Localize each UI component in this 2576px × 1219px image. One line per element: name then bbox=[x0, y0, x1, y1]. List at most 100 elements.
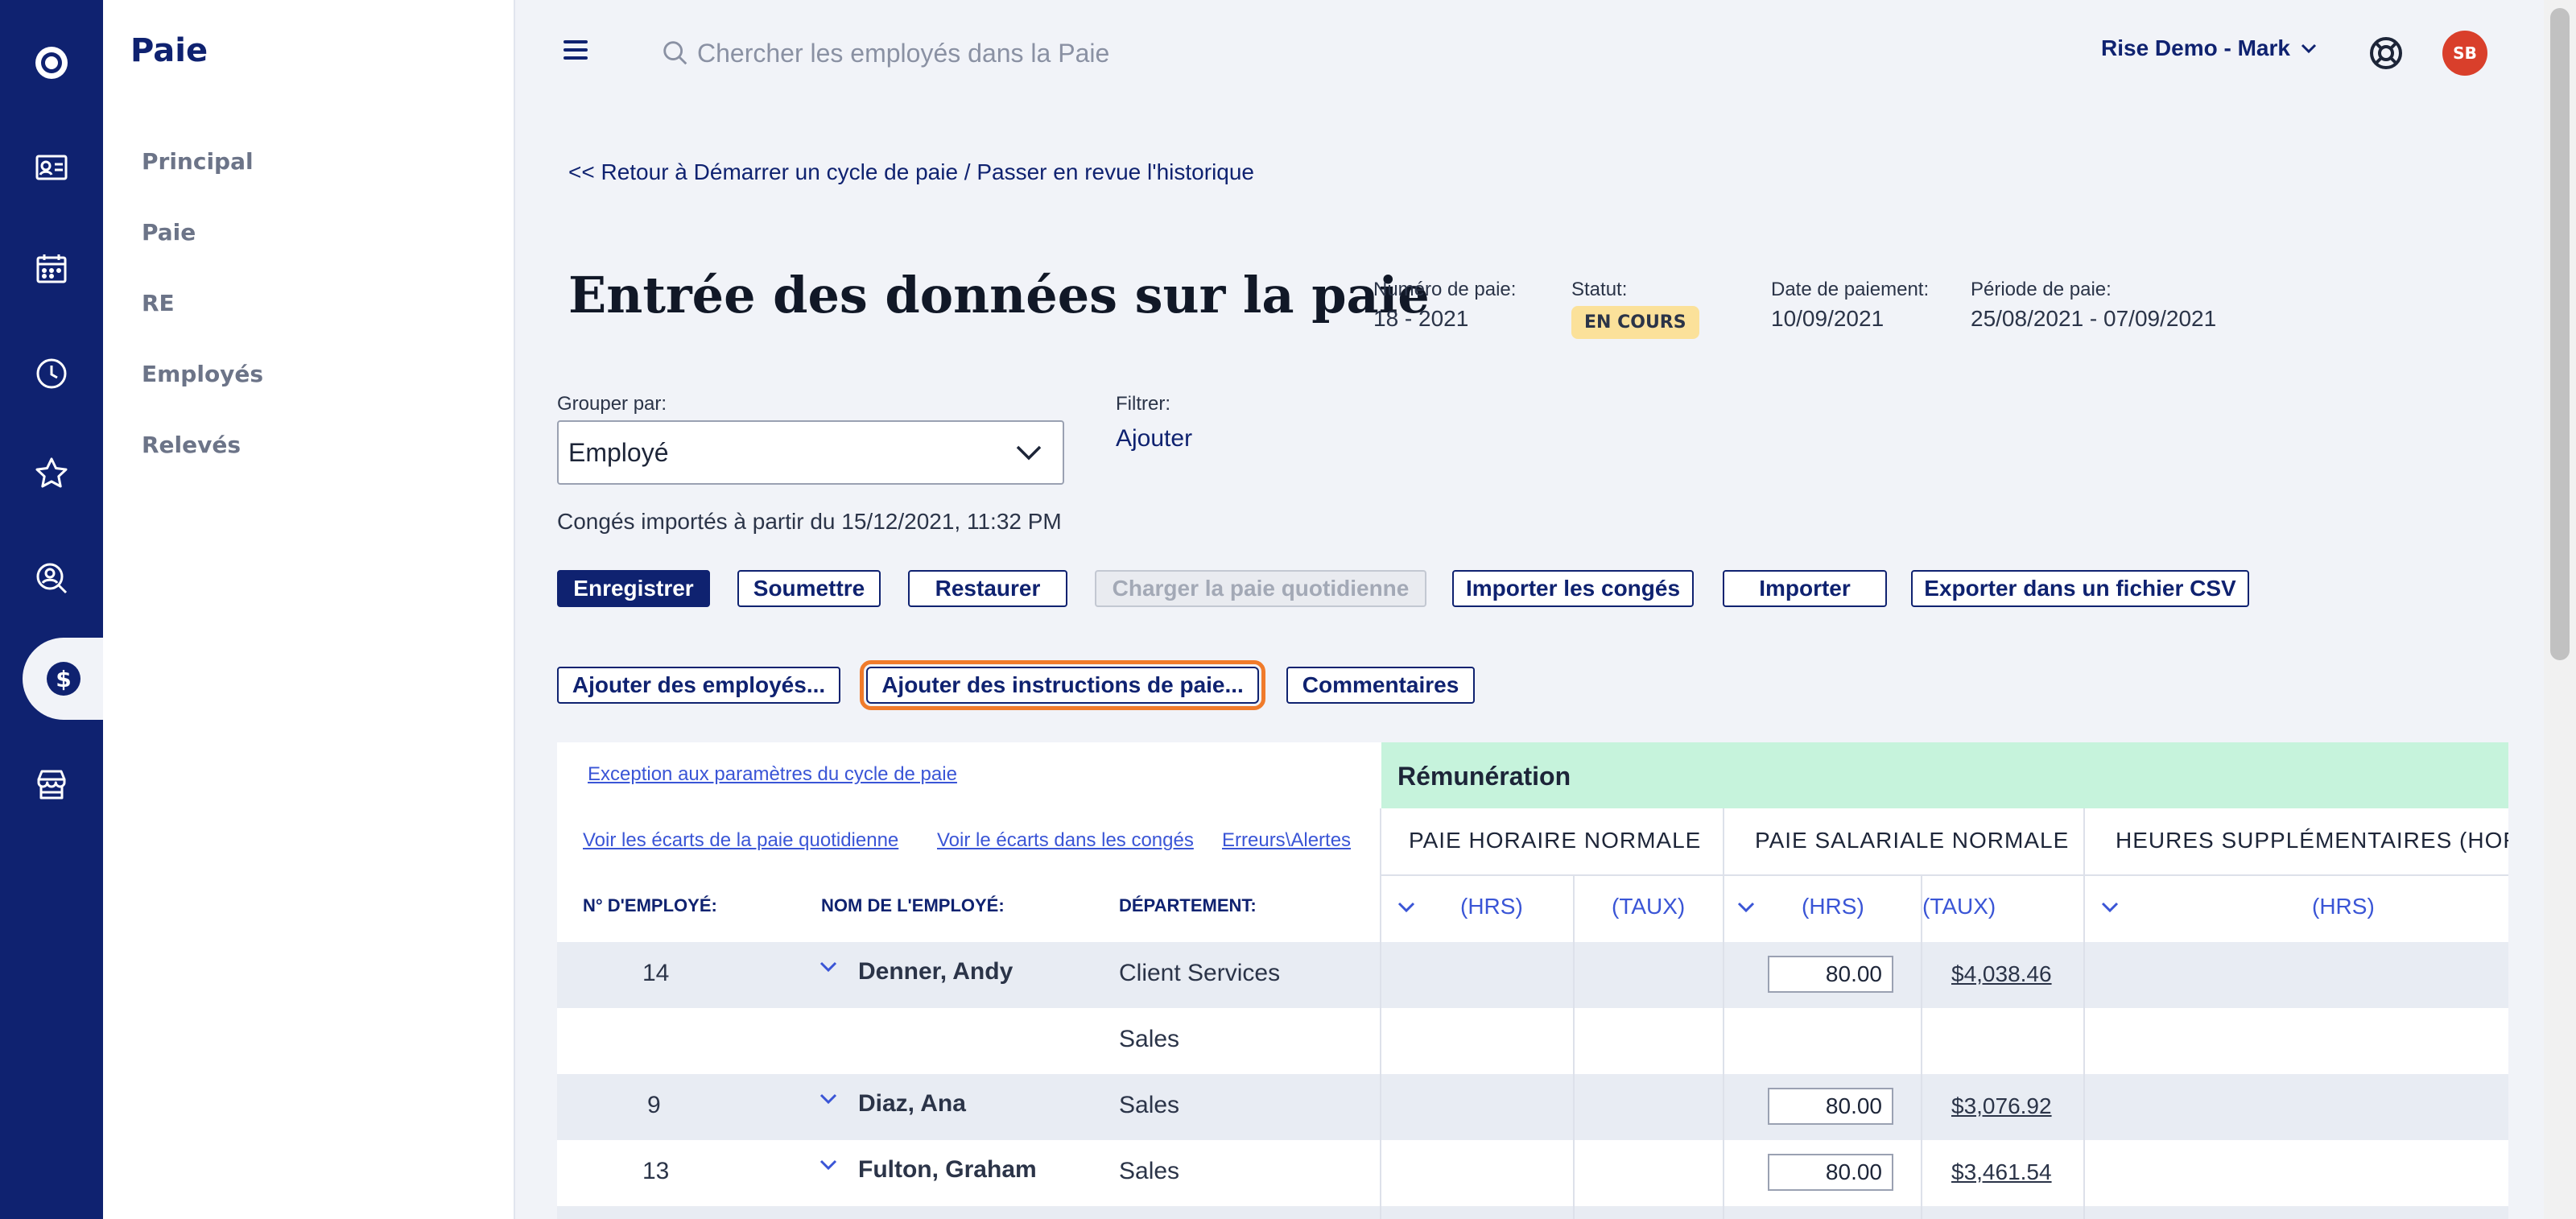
table-row bbox=[557, 942, 2508, 1008]
emp-name-cell[interactable]: Fulton, Graham bbox=[858, 1156, 1037, 1184]
calendar-icon[interactable] bbox=[0, 217, 103, 320]
restore-button[interactable]: Restaurer bbox=[908, 570, 1067, 607]
page-scrollbar[interactable] bbox=[2544, 0, 2576, 1219]
errors-alerts-link[interactable]: Erreurs\Alertes bbox=[1222, 829, 1351, 852]
expand-salary-chevron-icon[interactable] bbox=[1736, 897, 1757, 918]
leave-imported-info: Congés importés à partir du 15/12/2021, … bbox=[557, 509, 1062, 534]
table-row bbox=[557, 1206, 2508, 1219]
emp-no-cell: 14 bbox=[642, 960, 670, 986]
subnav-item-releves[interactable]: Relevés bbox=[142, 432, 241, 458]
hourly-rate-unit: (TAUX) bbox=[1612, 894, 1686, 919]
remuneration-title: Rémunération bbox=[1397, 762, 1571, 791]
salary-hrs-unit: (HRS) bbox=[1802, 894, 1864, 919]
logo-icon[interactable] bbox=[0, 11, 103, 114]
employee-search bbox=[660, 31, 1546, 76]
pay-period-block: Période de paie: 25/08/2021 - 07/09/2021 bbox=[1971, 279, 2216, 332]
expand-overtime-chevron-icon[interactable] bbox=[2099, 897, 2120, 918]
hourly-hrs-unit: (HRS) bbox=[1460, 894, 1523, 919]
save-button[interactable]: Enregistrer bbox=[557, 570, 710, 607]
group-header-hourly: PAIE HORAIRE NORMALE bbox=[1409, 828, 1702, 853]
group-header-overtime: HEURES SUPPLÉMENTAIRES (HORAIRE bbox=[2116, 828, 2508, 853]
header-divider bbox=[1381, 874, 2508, 876]
avatar[interactable]: SB bbox=[2442, 31, 2487, 76]
department-cell: Sales bbox=[1119, 1158, 1180, 1184]
subnav-item-paie[interactable]: Paie bbox=[142, 219, 196, 246]
employee-card-icon[interactable] bbox=[0, 116, 103, 219]
group-by-value: Employé bbox=[568, 437, 669, 467]
submit-button[interactable]: Soumettre bbox=[737, 570, 881, 607]
column-header-emp-no: N° D'EMPLOYÉ: bbox=[583, 895, 717, 915]
group-by-select[interactable]: Employé bbox=[557, 420, 1064, 485]
column-divider bbox=[2083, 808, 2085, 1219]
top-bar: Rise Demo - Mark SB bbox=[515, 0, 2544, 105]
pay-date-block: Date de paiement: 10/09/2021 bbox=[1771, 279, 1929, 332]
column-divider bbox=[1380, 808, 1381, 1219]
status-block: Statut: EN COURS bbox=[1571, 279, 1699, 339]
daily-pay-gaps-link[interactable]: Voir les écarts de la paie quotidienne bbox=[583, 829, 898, 852]
dollar-icon[interactable]: $ bbox=[23, 638, 105, 720]
subnav-title: Paie bbox=[130, 32, 208, 69]
table-row bbox=[557, 1008, 2508, 1074]
page-title: Entrée des données sur la paie bbox=[568, 266, 1430, 324]
account-switcher[interactable]: Rise Demo - Mark bbox=[2101, 35, 2319, 61]
department-cell: Client Services bbox=[1119, 960, 1281, 986]
pay-period-value: 25/08/2021 - 07/09/2021 bbox=[1971, 306, 2217, 331]
pay-date-label: Date de paiement: bbox=[1771, 279, 1930, 300]
search-icon bbox=[663, 41, 687, 65]
expand-row-chevron-icon[interactable] bbox=[818, 1155, 839, 1176]
import-button[interactable]: Importer bbox=[1723, 570, 1887, 607]
column-divider bbox=[1723, 808, 1724, 1219]
comments-button[interactable]: Commentaires bbox=[1286, 667, 1475, 704]
filter-add-link[interactable]: Ajouter bbox=[1116, 425, 1192, 452]
pay-period-label: Période de paie: bbox=[1971, 279, 2112, 300]
salary-hrs-input[interactable] bbox=[1768, 1154, 1893, 1191]
search-person-icon[interactable] bbox=[0, 527, 103, 630]
group-header-salary: PAIE SALARIALE NORMALE bbox=[1755, 828, 2070, 853]
load-daily-pay-button: Charger la paie quotidienne bbox=[1095, 570, 1426, 607]
column-divider bbox=[1573, 874, 1575, 1219]
table-row bbox=[557, 1074, 2508, 1140]
salary-rate-amount[interactable]: $3,076.92 bbox=[1951, 1093, 2052, 1119]
column-header-emp-name: NOM DE L'EMPLOYÉ: bbox=[821, 895, 1005, 915]
leave-gaps-link[interactable]: Voir le écarts dans les congés bbox=[937, 829, 1194, 852]
emp-no-cell: 9 bbox=[647, 1092, 661, 1118]
table-row bbox=[557, 1140, 2508, 1206]
emp-name-cell[interactable]: Diaz, Ana bbox=[858, 1090, 966, 1118]
subnav-item-employes[interactable]: Employés bbox=[142, 361, 263, 387]
star-icon[interactable] bbox=[0, 422, 103, 525]
export-csv-button[interactable]: Exporter dans un fichier CSV bbox=[1911, 570, 2249, 607]
emp-no-cell: 13 bbox=[642, 1158, 670, 1184]
pay-date-value: 10/09/2021 bbox=[1771, 306, 1885, 331]
help-lifebuoy-icon[interactable] bbox=[2367, 34, 2405, 72]
department-cell: Sales bbox=[1119, 1026, 1180, 1052]
store-icon[interactable] bbox=[0, 733, 103, 836]
overtime-hrs-unit: (HRS) bbox=[2312, 894, 2375, 919]
chevron-down-icon bbox=[1016, 445, 1042, 461]
salary-rate-amount[interactable]: $3,461.54 bbox=[1951, 1159, 2052, 1185]
salary-hrs-input[interactable] bbox=[1768, 956, 1893, 993]
emp-name-cell[interactable]: Denner, Andy bbox=[858, 958, 1013, 986]
salary-hrs-input[interactable] bbox=[1768, 1088, 1893, 1125]
exception-link[interactable]: Exception aux paramètres du cycle de pai… bbox=[588, 763, 957, 786]
pay-number-block: Numéro de paie: 18 - 2021 bbox=[1373, 279, 1516, 332]
subnav-item-re[interactable]: RE bbox=[142, 290, 175, 316]
clock-icon[interactable] bbox=[0, 322, 103, 425]
account-label: Rise Demo - Mark bbox=[2101, 35, 2290, 60]
status-label: Statut: bbox=[1571, 279, 1628, 300]
expand-row-chevron-icon[interactable] bbox=[818, 957, 839, 977]
import-leave-button[interactable]: Importer les congés bbox=[1452, 570, 1694, 607]
salary-rate-amount[interactable]: $4,038.46 bbox=[1951, 961, 2052, 987]
pay-number-label: Numéro de paie: bbox=[1373, 279, 1517, 300]
back-link[interactable]: << Retour à Démarrer un cycle de paie / … bbox=[568, 159, 1254, 185]
search-input[interactable] bbox=[697, 38, 1422, 68]
add-employees-button[interactable]: Ajouter des employés... bbox=[557, 667, 840, 704]
subnav-item-principal[interactable]: Principal bbox=[142, 148, 254, 175]
column-divider bbox=[1921, 874, 1922, 1219]
add-pay-instructions-button[interactable]: Ajouter des instructions de paie... bbox=[860, 660, 1265, 710]
expand-row-chevron-icon[interactable] bbox=[818, 1089, 839, 1109]
expand-hourly-chevron-icon[interactable] bbox=[1396, 897, 1417, 918]
department-cell: Sales bbox=[1119, 1092, 1180, 1118]
hamburger-menu-icon[interactable] bbox=[564, 35, 592, 64]
scrollbar-thumb[interactable] bbox=[2550, 8, 2570, 660]
filter-label: Filtrer: bbox=[1116, 393, 1170, 415]
